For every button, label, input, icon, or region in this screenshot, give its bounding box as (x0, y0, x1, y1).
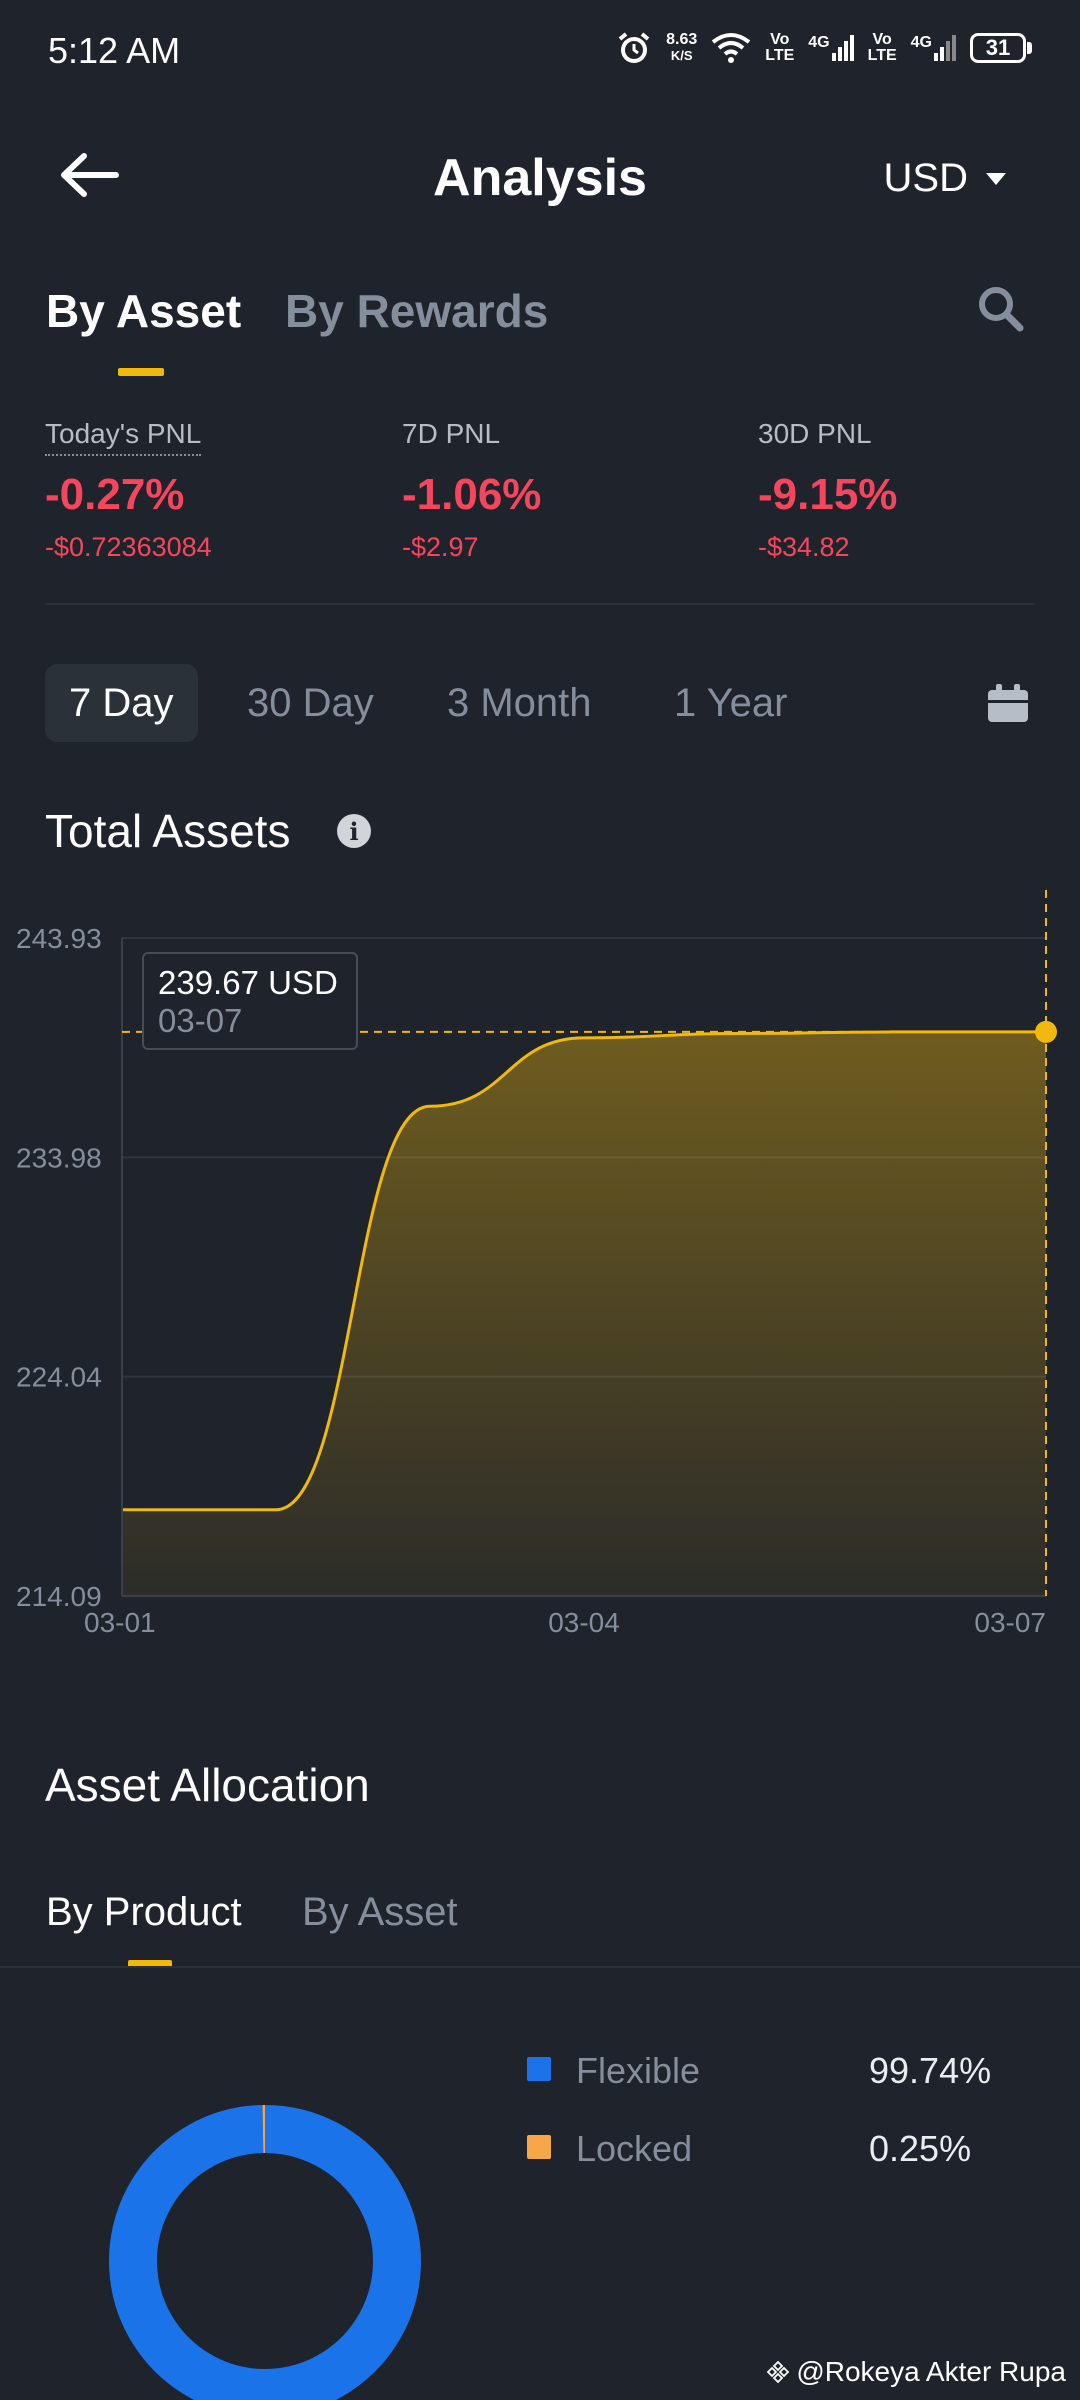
flexible-swatch (527, 2057, 551, 2081)
watermark: @Rokeya Akter Rupa (766, 2356, 1066, 2388)
allocation-divider (0, 1966, 1080, 1968)
net-speed-unit: K/S (670, 48, 693, 63)
pnl-30d-label: 30D PNL (758, 418, 872, 449)
data-point-marker (1035, 1020, 1057, 1043)
x-tick-label: 03-07 (974, 1607, 1046, 1638)
tooltip-date: 03-07 (158, 1002, 243, 1039)
legend-flexible-label: Flexible (576, 2050, 701, 2091)
currency-label: USD (883, 156, 968, 200)
pnl-divider (45, 603, 1035, 605)
pnl-30d-value: -$34.82 (758, 532, 850, 562)
y-tick-label: 233.98 (16, 1142, 102, 1173)
search-icon[interactable] (976, 284, 1024, 332)
battery-level: 31 (970, 33, 1026, 63)
status-icons: 8.63 K/S Vo LTE 4G Vo LTE 4G 31 (616, 30, 1032, 66)
pnl-7d-percent: -1.06% (402, 470, 542, 519)
sim1-gen: 4G (808, 34, 830, 51)
sim1-top: Vo (770, 31, 790, 48)
sim2-bottom: LTE (867, 47, 897, 64)
allocation-donut-chart[interactable] (100, 2096, 430, 2400)
y-tick-label: 243.93 (16, 923, 102, 954)
range-3-month[interactable]: 3 Month (447, 664, 592, 742)
sim2-signal-icon: 4G (911, 35, 956, 61)
area-fill (122, 1031, 1046, 1596)
tab-by-product[interactable]: By Product (46, 1890, 242, 1935)
alarm-icon (618, 32, 650, 63)
range-7-day[interactable]: 7 Day (45, 664, 198, 742)
total-assets-title: Total Assets (45, 805, 291, 857)
pnl-today-label[interactable]: Today's PNL (45, 418, 202, 456)
locked-swatch (527, 2135, 551, 2159)
donut-slice-flexible[interactable] (109, 2105, 421, 2400)
sim1-signal-icon: 4G (808, 34, 854, 61)
pnl-7d-value: -$2.97 (402, 532, 479, 562)
calendar-icon[interactable] (986, 682, 1030, 724)
wifi-icon (712, 33, 751, 63)
asset-allocation-title: Asset Allocation (45, 1759, 370, 1811)
status-time: 5:12 AM (48, 30, 181, 71)
sim2-volte: Vo LTE (868, 32, 897, 64)
watermark-text: @Rokeya Akter Rupa (796, 2356, 1066, 2387)
battery-icon: 31 (970, 33, 1032, 63)
x-tick-label: 03-01 (84, 1607, 156, 1638)
pnl-30d-percent: -9.15% (758, 470, 898, 519)
tab-by-asset[interactable]: By Asset (46, 284, 241, 338)
sim2-gen: 4G (910, 34, 932, 51)
binance-logo-icon (767, 2360, 790, 2384)
info-icon[interactable]: i (337, 814, 371, 848)
legend-flexible-value: 99.74% (869, 2050, 992, 2091)
chart-tooltip: 239.67 USD 03-07 (142, 952, 358, 1050)
sim1-volte: Vo LTE (765, 32, 794, 64)
range-30-day[interactable]: 30 Day (247, 664, 374, 742)
tab-active-indicator (118, 368, 164, 376)
net-speed-value: 8.63 (666, 31, 698, 48)
net-speed: 8.63 K/S (666, 32, 697, 64)
x-tick-label: 03-04 (548, 1607, 620, 1638)
range-1-year[interactable]: 1 Year (674, 664, 787, 742)
legend-locked-value: 0.25% (869, 2128, 972, 2169)
caret-down-icon (986, 172, 1006, 185)
tab-allocation-by-asset[interactable]: By Asset (302, 1890, 458, 1935)
sim2-top: Vo (872, 31, 892, 48)
legend-locked-label: Locked (576, 2128, 693, 2169)
tooltip-value: 239.67 USD (158, 964, 338, 1001)
tab-by-rewards[interactable]: By Rewards (285, 284, 548, 338)
currency-selector[interactable]: USD (884, 156, 1006, 201)
pnl-today-percent: -0.27% (45, 470, 185, 519)
pnl-today-value: -$0.72363084 (45, 532, 212, 562)
sim1-bottom: LTE (765, 47, 795, 64)
y-tick-label: 224.04 (16, 1362, 102, 1393)
pnl-7d-label: 7D PNL (402, 418, 501, 449)
